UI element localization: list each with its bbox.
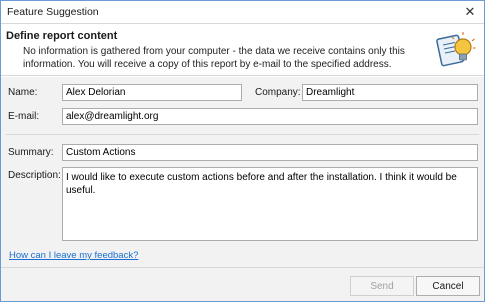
company-field[interactable]: Dreamlight — [302, 84, 478, 101]
header-description: No information is gathered from your com… — [23, 46, 405, 70]
send-button[interactable]: Send — [350, 276, 414, 296]
window-title: Feature Suggestion — [7, 6, 99, 18]
description-label: Description: — [8, 170, 61, 181]
report-lightbulb-icon — [436, 32, 476, 67]
email-label: E-mail: — [8, 111, 40, 122]
summary-field[interactable]: Custom Actions — [62, 144, 478, 161]
feature-suggestion-dialog: Feature Suggestion ✕ Define report conte… — [0, 0, 485, 302]
feedback-help-link[interactable]: How can I leave my feedback? — [9, 250, 138, 261]
summary-label: Summary: — [8, 147, 54, 158]
report-form: Name: Alex Delorian Company: Dreamlight … — [1, 77, 484, 267]
header-title: Define report content — [6, 30, 118, 42]
name-field[interactable]: Alex Delorian — [62, 84, 242, 101]
dialog-header: Define report content No information is … — [1, 23, 484, 76]
name-label: Name: — [8, 87, 38, 98]
email-field[interactable]: alex@dreamlight.org — [62, 108, 478, 125]
description-field[interactable]: I would like to execute custom actions b… — [62, 167, 478, 241]
cancel-button[interactable]: Cancel — [416, 276, 480, 296]
form-separator — [6, 134, 479, 135]
title-bar: Feature Suggestion ✕ — [1, 1, 484, 23]
company-label: Company: — [255, 87, 301, 98]
dialog-footer: Send Cancel — [1, 267, 484, 301]
close-icon[interactable]: ✕ — [462, 4, 478, 20]
